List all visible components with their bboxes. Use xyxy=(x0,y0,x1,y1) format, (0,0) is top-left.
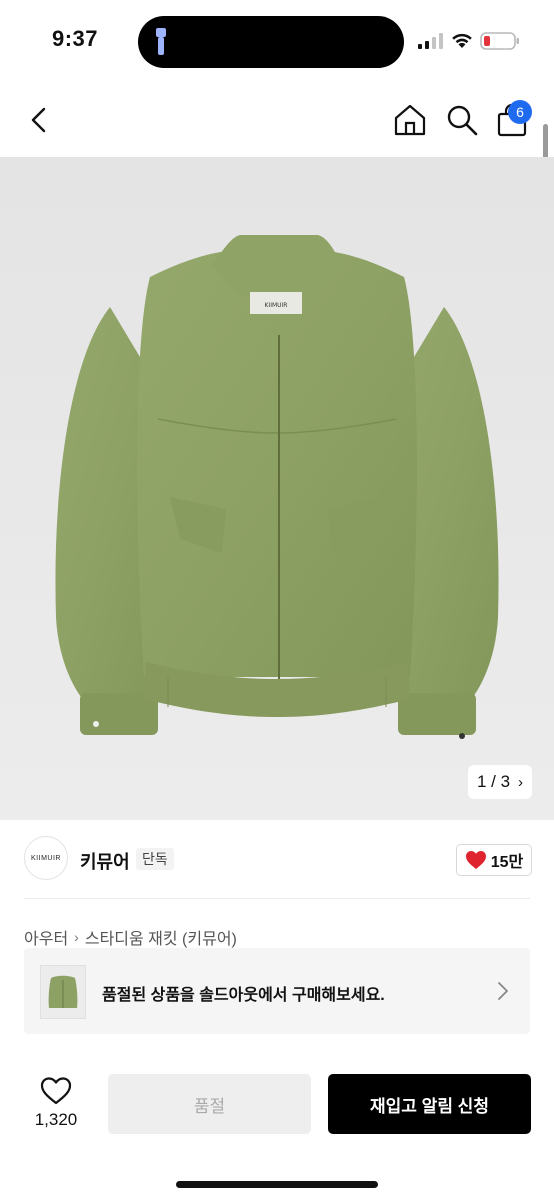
top-nav xyxy=(0,92,554,148)
status-bar: 9:37 xyxy=(0,0,554,82)
breadcrumb-product: 스타디움 재킷 (키뮤어) xyxy=(84,931,237,948)
dynamic-island xyxy=(138,16,404,68)
status-time: 9:37 xyxy=(52,26,99,51)
brand-like-button[interactable]: 15만 xyxy=(456,844,532,876)
brand-logo[interactable]: KIIMUIR xyxy=(24,836,68,880)
product-image[interactable]: KIIMUIR xyxy=(0,157,554,820)
chevron-right-icon: › xyxy=(518,773,524,791)
brand-like-count: 15만 xyxy=(490,854,524,871)
chevron-right-icon xyxy=(498,982,508,1000)
soldout-banner[interactable]: 품절된 상품을 솔드아웃에서 구매해보세요. xyxy=(24,948,530,1034)
image-counter-text: 1 / 3 xyxy=(476,772,511,791)
battery-icon xyxy=(480,32,519,50)
svg-text:KIIMUIR: KIIMUIR xyxy=(265,302,288,309)
signal-icon xyxy=(418,33,443,49)
heart-outline-icon[interactable] xyxy=(40,1076,72,1106)
flashlight-icon xyxy=(156,28,166,55)
divider xyxy=(24,898,530,899)
search-icon[interactable] xyxy=(444,102,480,138)
home-indicator xyxy=(176,1181,378,1188)
bottom-action-bar: 1,320 품절 재입고 알림 신청 xyxy=(0,1062,554,1200)
image-counter[interactable]: 1 / 3 › xyxy=(468,765,532,799)
wishlist-count: 1,320 xyxy=(34,1110,78,1129)
cart-count-badge: 6 xyxy=(508,100,532,124)
brand-name[interactable]: 키뮤어 xyxy=(80,848,130,874)
wifi-icon xyxy=(452,33,472,48)
soldout-banner-text: 품절된 상품을 솔드아웃에서 구매해보세요. xyxy=(102,987,385,1004)
home-icon[interactable] xyxy=(392,102,428,138)
heart-filled-icon xyxy=(465,851,486,869)
brand-row: KIIMUIR 키뮤어 단독 15만 xyxy=(24,836,532,882)
chevron-right-icon: › xyxy=(74,929,79,945)
exclusive-badge: 단독 xyxy=(136,848,174,870)
restock-alert-button[interactable]: 재입고 알림 신청 xyxy=(328,1074,531,1134)
back-chevron-icon[interactable] xyxy=(24,104,56,136)
soldout-button: 품절 xyxy=(108,1074,311,1134)
jacket-illustration: KIIMUIR xyxy=(0,157,554,820)
breadcrumb-category[interactable]: 아우터 xyxy=(24,925,68,949)
breadcrumb: 아우터 › 스타디움 재킷 (키뮤어) xyxy=(24,925,237,949)
soldout-product-thumbnail xyxy=(40,965,86,1019)
